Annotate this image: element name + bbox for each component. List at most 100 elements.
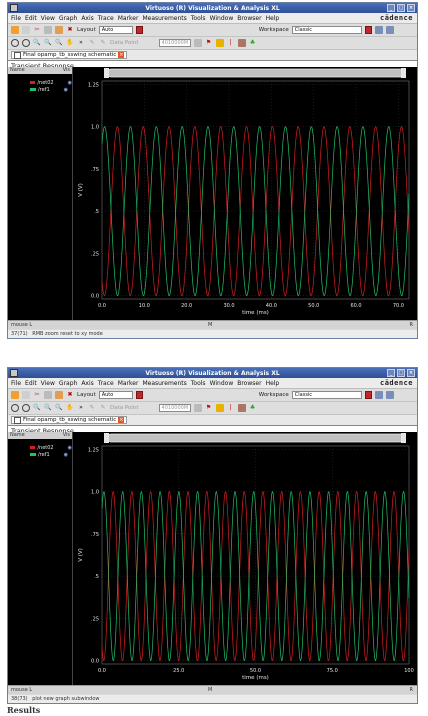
menu-browser[interactable]: Browser <box>237 15 261 22</box>
zoom-fit-icon[interactable] <box>11 39 19 47</box>
zoom-reset-icon[interactable] <box>22 404 30 412</box>
table-icon[interactable] <box>193 404 202 412</box>
menu-trace[interactable]: Trace <box>98 15 114 22</box>
plot-area[interactable]: 0.0 .25 .5 .75 1.0 1.25 0.0 25.0 50.0 75.0 100 time… <box>74 432 415 688</box>
open-icon[interactable] <box>22 26 30 34</box>
title-bar[interactable]: Virtuoso (R) Visualization & Analysis XL… <box>8 3 417 13</box>
menu-graph[interactable]: Graph <box>59 380 77 387</box>
zoom-out-icon[interactable]: 🔍 <box>55 404 63 412</box>
more-tools-icon[interactable]: » <box>77 39 85 47</box>
cut-icon[interactable]: ✂ <box>33 26 41 34</box>
copy-icon[interactable] <box>44 391 52 399</box>
tree-icon[interactable]: ♣ <box>249 39 257 47</box>
layout-select[interactable]: Auto <box>98 26 133 34</box>
menu-tools[interactable]: Tools <box>191 15 206 22</box>
horizontal-marker-icon[interactable]: | <box>227 39 235 47</box>
zoom-in-icon[interactable]: 🔍 <box>44 39 52 47</box>
legend-item[interactable]: /net02 ◉ <box>8 79 72 86</box>
paste-icon[interactable] <box>55 391 63 399</box>
data-point-field[interactable]: 4010000M <box>158 39 191 47</box>
waveform-plot[interactable]: 0.0 .25 .5 .75 1.0 1.25 0.0 25.0 50.0 75.0 100 time… <box>74 432 415 688</box>
marker-icon[interactable]: ✎ <box>88 39 96 47</box>
tab-close-icon[interactable]: × <box>118 52 125 58</box>
menu-trace[interactable]: Trace <box>98 380 114 387</box>
workspace-dropdown-icon[interactable] <box>364 26 372 34</box>
load-workspace-icon[interactable] <box>385 26 394 34</box>
pan-icon[interactable]: ✋ <box>66 39 74 47</box>
cut-icon[interactable]: ✂ <box>33 391 41 399</box>
delete-icon[interactable]: ✖ <box>66 391 74 399</box>
workspace-dropdown-icon[interactable] <box>364 391 372 399</box>
tab-schematic[interactable]: Final opamp_tb_sswing schematic × <box>11 51 128 59</box>
minimize-icon[interactable]: _ <box>387 369 395 377</box>
data-point-field[interactable]: 4010000M <box>158 404 191 412</box>
close-icon[interactable]: × <box>407 4 415 12</box>
tab-schematic[interactable]: Final opamp_tb_sswing schematic × <box>11 416 128 424</box>
layout-dropdown-icon[interactable] <box>135 26 143 34</box>
new-window-icon[interactable] <box>11 26 19 34</box>
menu-file[interactable]: File <box>11 15 21 22</box>
eye-icon[interactable]: ◉ <box>64 87 68 93</box>
layout-select[interactable]: Auto <box>98 391 133 399</box>
open-icon[interactable] <box>22 391 30 399</box>
bus-icon[interactable] <box>237 404 246 412</box>
table-icon[interactable] <box>193 39 202 47</box>
eye-icon[interactable]: ◉ <box>64 452 68 458</box>
save-workspace-icon[interactable] <box>374 26 383 34</box>
zoom-out-icon[interactable]: 🔍 <box>55 39 63 47</box>
highlight-icon[interactable] <box>215 404 224 412</box>
zoom-reset-icon[interactable] <box>22 39 30 47</box>
legend-item[interactable]: /net02 ◉ <box>8 444 72 451</box>
close-icon[interactable]: × <box>407 369 415 377</box>
menu-measurements[interactable]: Measurements <box>142 15 186 22</box>
menu-marker[interactable]: Marker <box>118 380 139 387</box>
paste-icon[interactable] <box>55 26 63 34</box>
menu-window[interactable]: Window <box>210 15 234 22</box>
menu-axis[interactable]: Axis <box>81 380 93 387</box>
waveform-plot[interactable]: 0.0 .25 .5 .75 1.0 1.25 0.0 10.0 20.0 30.0 40.0 50.… <box>74 67 415 323</box>
zoom-fit-icon[interactable] <box>11 404 19 412</box>
tab-close-icon[interactable]: × <box>118 417 125 423</box>
layout-dropdown-icon[interactable] <box>135 391 143 399</box>
menu-edit[interactable]: Edit <box>25 15 37 22</box>
tree-icon[interactable]: ♣ <box>249 404 257 412</box>
title-bar[interactable]: Virtuoso (R) Visualization & Analysis XL… <box>8 368 417 378</box>
minimize-icon[interactable]: _ <box>387 4 395 12</box>
menu-file[interactable]: File <box>11 380 21 387</box>
bus-icon[interactable] <box>237 39 246 47</box>
highlight-icon[interactable] <box>215 39 224 47</box>
menu-help[interactable]: Help <box>266 15 280 22</box>
zoom-in-icon[interactable]: 🔍 <box>44 404 52 412</box>
eye-icon[interactable]: ◉ <box>68 80 72 86</box>
maximize-icon[interactable]: □ <box>397 4 405 12</box>
delete-icon[interactable]: ✖ <box>66 26 74 34</box>
menu-browser[interactable]: Browser <box>237 380 261 387</box>
delta-marker-icon[interactable]: ✎ <box>99 39 107 47</box>
maximize-icon[interactable]: □ <box>397 369 405 377</box>
workspace-select[interactable]: Classic <box>291 391 362 399</box>
flag-icon[interactable]: ⚑ <box>205 39 213 47</box>
load-workspace-icon[interactable] <box>385 391 394 399</box>
zoom-box-icon[interactable]: 🔍 <box>33 39 41 47</box>
flag-icon[interactable]: ⚑ <box>205 404 213 412</box>
menu-edit[interactable]: Edit <box>25 380 37 387</box>
menu-axis[interactable]: Axis <box>81 15 93 22</box>
menu-help[interactable]: Help <box>266 380 280 387</box>
workspace-select[interactable]: Classic <box>291 26 362 34</box>
pan-icon[interactable]: ✋ <box>66 404 74 412</box>
new-window-icon[interactable] <box>11 391 19 399</box>
legend-item[interactable]: /ref1 ◉ <box>8 451 72 458</box>
menu-marker[interactable]: Marker <box>118 15 139 22</box>
delta-marker-icon[interactable]: ✎ <box>99 404 107 412</box>
more-tools-icon[interactable]: » <box>77 404 85 412</box>
menu-view[interactable]: View <box>41 380 55 387</box>
plot-area[interactable]: 0.0 .25 .5 .75 1.0 1.25 0.0 10.0 20.0 30.0 40.0 50.… <box>74 67 413 321</box>
menu-graph[interactable]: Graph <box>59 15 77 22</box>
eye-icon[interactable]: ◉ <box>68 445 72 451</box>
copy-icon[interactable] <box>44 26 52 34</box>
legend-item[interactable]: /ref1 ◉ <box>8 86 72 93</box>
zoom-box-icon[interactable]: 🔍 <box>33 404 41 412</box>
menu-tools[interactable]: Tools <box>191 380 206 387</box>
menu-window[interactable]: Window <box>210 380 234 387</box>
marker-icon[interactable]: ✎ <box>88 404 96 412</box>
